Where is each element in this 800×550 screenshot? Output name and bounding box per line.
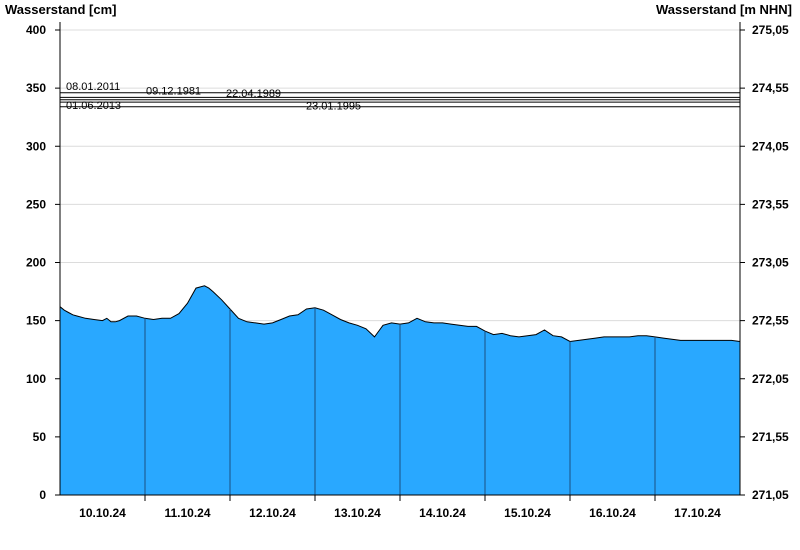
- y-tick-label-right: 273,55: [752, 197, 789, 211]
- x-tick-label: 10.10.24: [79, 506, 126, 520]
- y-tick-label-left: 0: [39, 488, 46, 502]
- y-tick-label-right: 274,05: [752, 139, 789, 153]
- x-tick-label: 17.10.24: [674, 506, 721, 520]
- x-tick-label: 12.10.24: [249, 506, 296, 520]
- high-water-label: 22.04.1989: [226, 88, 281, 100]
- y-tick-label-right: 272,55: [752, 314, 789, 328]
- historic-high-water-marks: 08.01.2011 09.12.1981 22.04.1989 01.06.2013…: [60, 81, 740, 113]
- y-tick-label-right: 272,05: [752, 372, 789, 386]
- y-tick-label-right: 275,05: [752, 23, 789, 37]
- y-tick-label-left: 250: [26, 197, 46, 211]
- high-water-label: 01.06.2013: [66, 100, 121, 112]
- x-tick-label: 13.10.24: [334, 506, 381, 520]
- y-tick-label-left: 350: [26, 81, 46, 95]
- y-axis-ticks-right: 271,05 271,55 272,05 272,55 273,05 273,55 274,…: [740, 23, 789, 502]
- y-tick-label-left: 400: [26, 23, 46, 37]
- y-tick-label-left: 200: [26, 256, 46, 270]
- y-tick-label-right: 273,05: [752, 256, 789, 270]
- y-tick-label-left: 300: [26, 139, 46, 153]
- y-tick-label-right: 274,55: [752, 81, 789, 95]
- x-tick-label: 14.10.24: [419, 506, 466, 520]
- y-tick-label-left: 150: [26, 314, 46, 328]
- x-tick-label: 15.10.24: [504, 506, 551, 520]
- y-tick-label-left: 50: [33, 430, 47, 444]
- high-water-label: 09.12.1981: [146, 85, 201, 97]
- x-axis-ticks: 10.10.24 11.10.24 12.10.24 13.10.24 14.10.24…: [79, 495, 721, 520]
- y-tick-label-left: 100: [26, 372, 46, 386]
- y-axis-title-left: Wasserstand [cm]: [5, 2, 117, 17]
- high-water-label: 23.01.1995: [306, 101, 361, 113]
- y-axis-ticks-left: 0 50 100 150 200 250 300 350 400: [26, 23, 60, 502]
- x-tick-label: 16.10.24: [589, 506, 636, 520]
- high-water-label: 08.01.2011: [66, 81, 120, 93]
- y-tick-label-right: 271,55: [752, 430, 789, 444]
- y-tick-label-right: 271,05: [752, 488, 789, 502]
- water-level-chart: Wasserstand [cm] Wasserstand [m NHN] 08.…: [5, 2, 792, 520]
- x-tick-label: 11.10.24: [164, 506, 210, 520]
- y-axis-title-right: Wasserstand [m NHN]: [656, 2, 792, 17]
